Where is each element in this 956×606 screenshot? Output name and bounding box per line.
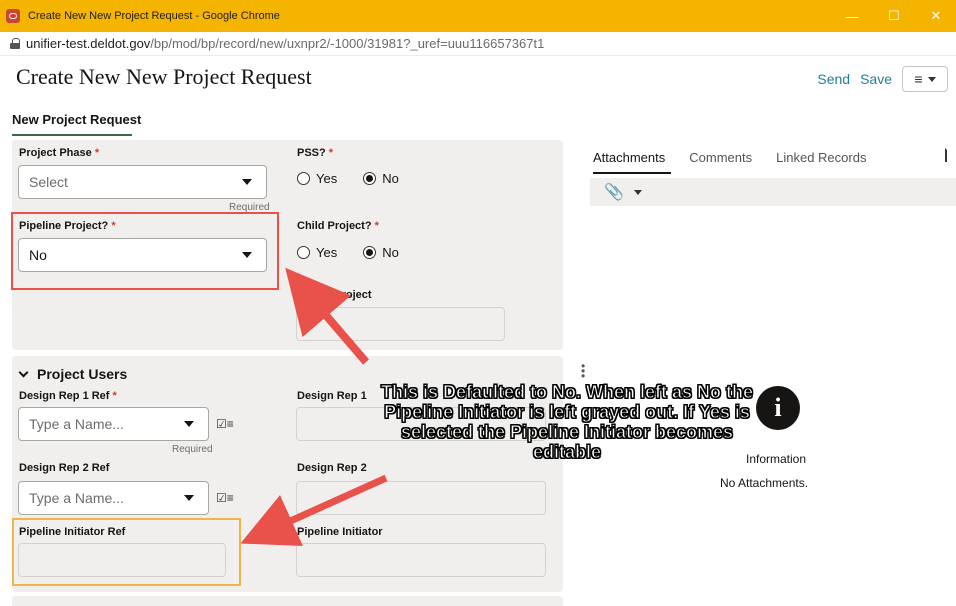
annotation-arrows (240, 267, 388, 547)
annotation-arrow-to-pipeline-initiator (240, 474, 388, 547)
annotation-arrow-to-pipeline-project (285, 267, 370, 365)
annotation-callout-text: This is Defaulted to No. When left as No… (380, 382, 754, 463)
